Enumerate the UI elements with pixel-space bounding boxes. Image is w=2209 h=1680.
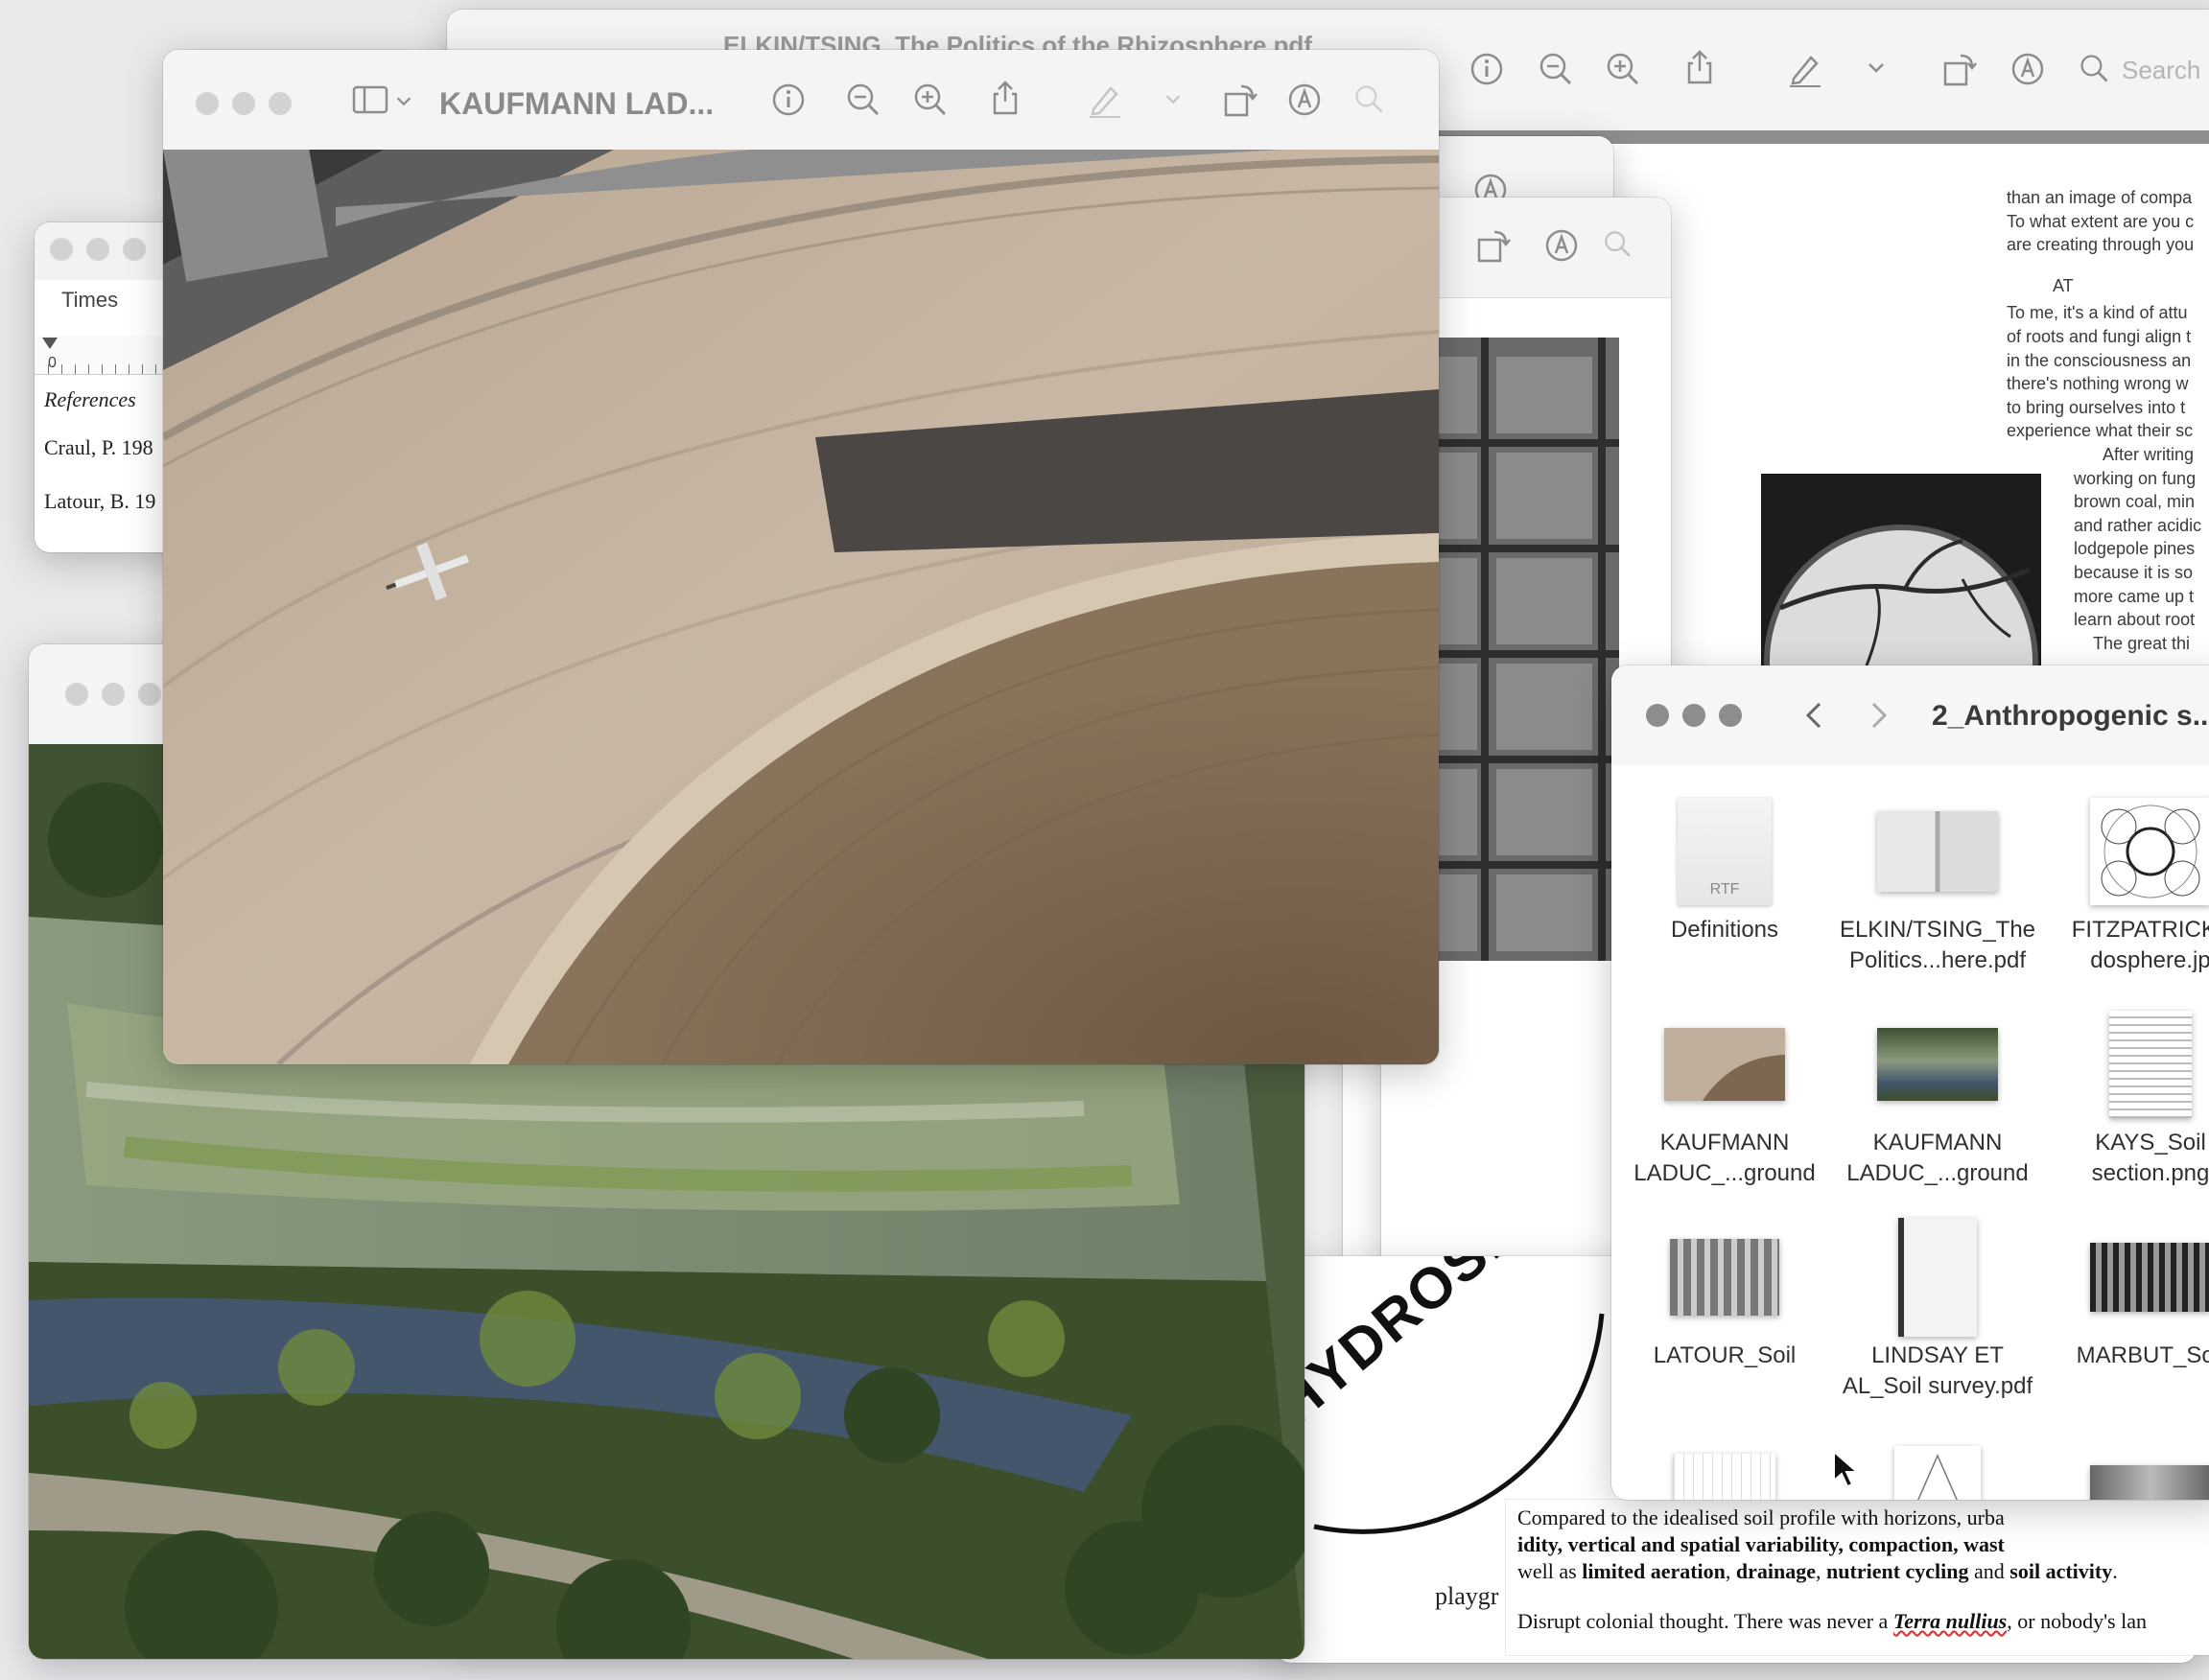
zoom-button[interactable]	[269, 92, 292, 115]
rotate-icon[interactable]	[1939, 50, 1978, 88]
soil-text-document: Compared to the idealised soil profile w…	[1506, 1500, 2209, 1655]
main-preview-window: KAUFMANN LAD...	[163, 50, 1439, 1064]
zoom-button[interactable]	[123, 238, 146, 261]
markup-pen-icon[interactable]	[1786, 50, 1824, 88]
zoom-in-icon[interactable]	[911, 81, 950, 119]
doc-line-4: Disrupt colonial thought. There was neve…	[1517, 1609, 2147, 1633]
reference-2: Latour, B. 19	[44, 489, 156, 513]
rotate-icon[interactable]	[1473, 226, 1512, 265]
finder-item-partial-3[interactable]	[2045, 1465, 2209, 1500]
back-chevron-icon[interactable]	[1796, 696, 1834, 735]
rtf-file-icon: RTF	[1664, 798, 1785, 905]
mouse-cursor-icon	[1832, 1449, 1860, 1488]
root-microscope-image	[1761, 474, 2041, 685]
main-preview-title: KAUFMANN LAD...	[439, 86, 715, 121]
share-icon[interactable]	[1680, 48, 1719, 86]
image-file-icon	[1664, 1454, 1785, 1500]
search-icon[interactable]	[1602, 228, 1634, 261]
reference-1: Craul, P. 198	[44, 435, 153, 459]
pdf-file-icon	[1877, 1218, 1998, 1337]
markup-pen-icon[interactable]	[1086, 81, 1124, 119]
close-button[interactable]	[196, 92, 219, 115]
finder-item-marbut[interactable]: MARBUT_Soil	[2045, 1224, 2209, 1371]
zoom-out-icon[interactable]	[844, 81, 882, 119]
forward-chevron-icon[interactable]	[1859, 696, 1897, 735]
minimize-button[interactable]	[232, 92, 255, 115]
window-controls[interactable]	[1646, 704, 1742, 727]
markup-circle-icon[interactable]	[2009, 50, 2047, 88]
image-file-icon	[1877, 1446, 1998, 1500]
references-heading: References	[44, 387, 136, 411]
close-button[interactable]	[50, 238, 73, 261]
minimize-button[interactable]	[86, 238, 109, 261]
finder-titlebar[interactable]: 2_Anthropogenic s...	[1611, 665, 2209, 765]
image-file-icon	[1664, 1011, 1785, 1118]
finder-item-kaufmann-2[interactable]: KAUFMANN LADUC_...ground	[1832, 1011, 2043, 1189]
zoom-button[interactable]	[1719, 704, 1742, 727]
playground-fragment: playgr	[1435, 1582, 1499, 1610]
finder-item-fitzpatrick[interactable]: FITZPATRICK_ dosphere.jp	[2045, 798, 2209, 976]
image-file-icon	[1664, 1224, 1785, 1331]
markup-circle-icon[interactable]	[1542, 226, 1581, 265]
finder-item-kays[interactable]: KAYS_Soil section.png	[2045, 1011, 2209, 1189]
search-icon[interactable]	[1352, 82, 1387, 117]
image-file-icon	[2090, 1224, 2209, 1331]
sidebar-toggle-icon[interactable]	[351, 81, 389, 119]
doc-line-1: Compared to the idealised soil profile w…	[1517, 1505, 2005, 1529]
minimize-button[interactable]	[1682, 704, 1705, 727]
finder-window: 2_Anthropogenic s... RTF Definitions ELK…	[1611, 665, 2209, 1500]
finder-item-partial-2[interactable]	[1832, 1446, 2043, 1500]
minimize-button[interactable]	[102, 683, 125, 706]
airfield-aerial-image	[163, 150, 1439, 1064]
finder-item-elkin-tsing[interactable]: ELKIN/TSING_The Politics...here.pdf	[1832, 798, 2043, 976]
rotate-icon[interactable]	[1220, 81, 1258, 119]
chevron-down-icon[interactable]	[1163, 88, 1184, 109]
finder-item-latour[interactable]: LATOUR_Soil	[1619, 1224, 1830, 1371]
image-file-icon	[2090, 1011, 2209, 1118]
search-icon[interactable]	[2078, 52, 2112, 86]
doc-line-3: well as limited aeration, drainage, nutr…	[1517, 1559, 2118, 1583]
zoom-out-icon[interactable]	[1537, 50, 1575, 88]
zoom-button[interactable]	[138, 683, 161, 706]
image-file-icon	[1877, 1011, 1998, 1118]
chevron-down-icon[interactable]	[1865, 56, 1888, 79]
font-selector[interactable]: Times	[61, 288, 118, 313]
image-file-icon	[2090, 798, 2209, 905]
markup-circle-icon[interactable]	[1285, 81, 1324, 119]
close-button[interactable]	[1646, 704, 1669, 727]
tab-marker-icon[interactable]	[42, 338, 58, 349]
chevron-down-icon[interactable]	[393, 90, 414, 111]
window-controls[interactable]	[65, 683, 161, 706]
close-button[interactable]	[65, 683, 88, 706]
main-preview-titlebar[interactable]: KAUFMANN LAD...	[163, 50, 1439, 151]
finder-item-partial-1[interactable]	[1619, 1454, 1830, 1500]
zoom-in-icon[interactable]	[1604, 50, 1642, 88]
finder-item-lindsay[interactable]: LINDSAY ET AL_Soil survey.pdf	[1832, 1218, 2043, 1402]
image-file-icon	[2090, 1465, 2209, 1500]
info-icon[interactable]	[769, 81, 808, 119]
doc-line-2: idity, vertical and spatial variability,…	[1517, 1532, 2005, 1556]
info-icon[interactable]	[1468, 50, 1506, 88]
finder-folder-title: 2_Anthropogenic s...	[1932, 700, 2209, 732]
pdf-file-icon	[1877, 798, 1998, 905]
finder-item-definitions[interactable]: RTF Definitions	[1619, 798, 1830, 945]
share-icon[interactable]	[986, 79, 1024, 117]
search-field[interactable]: Search	[2122, 56, 2200, 85]
finder-item-kaufmann-1[interactable]: KAUFMANN LADUC_...ground	[1619, 1011, 1830, 1189]
window-controls[interactable]	[196, 92, 292, 115]
window-controls[interactable]	[50, 238, 146, 261]
